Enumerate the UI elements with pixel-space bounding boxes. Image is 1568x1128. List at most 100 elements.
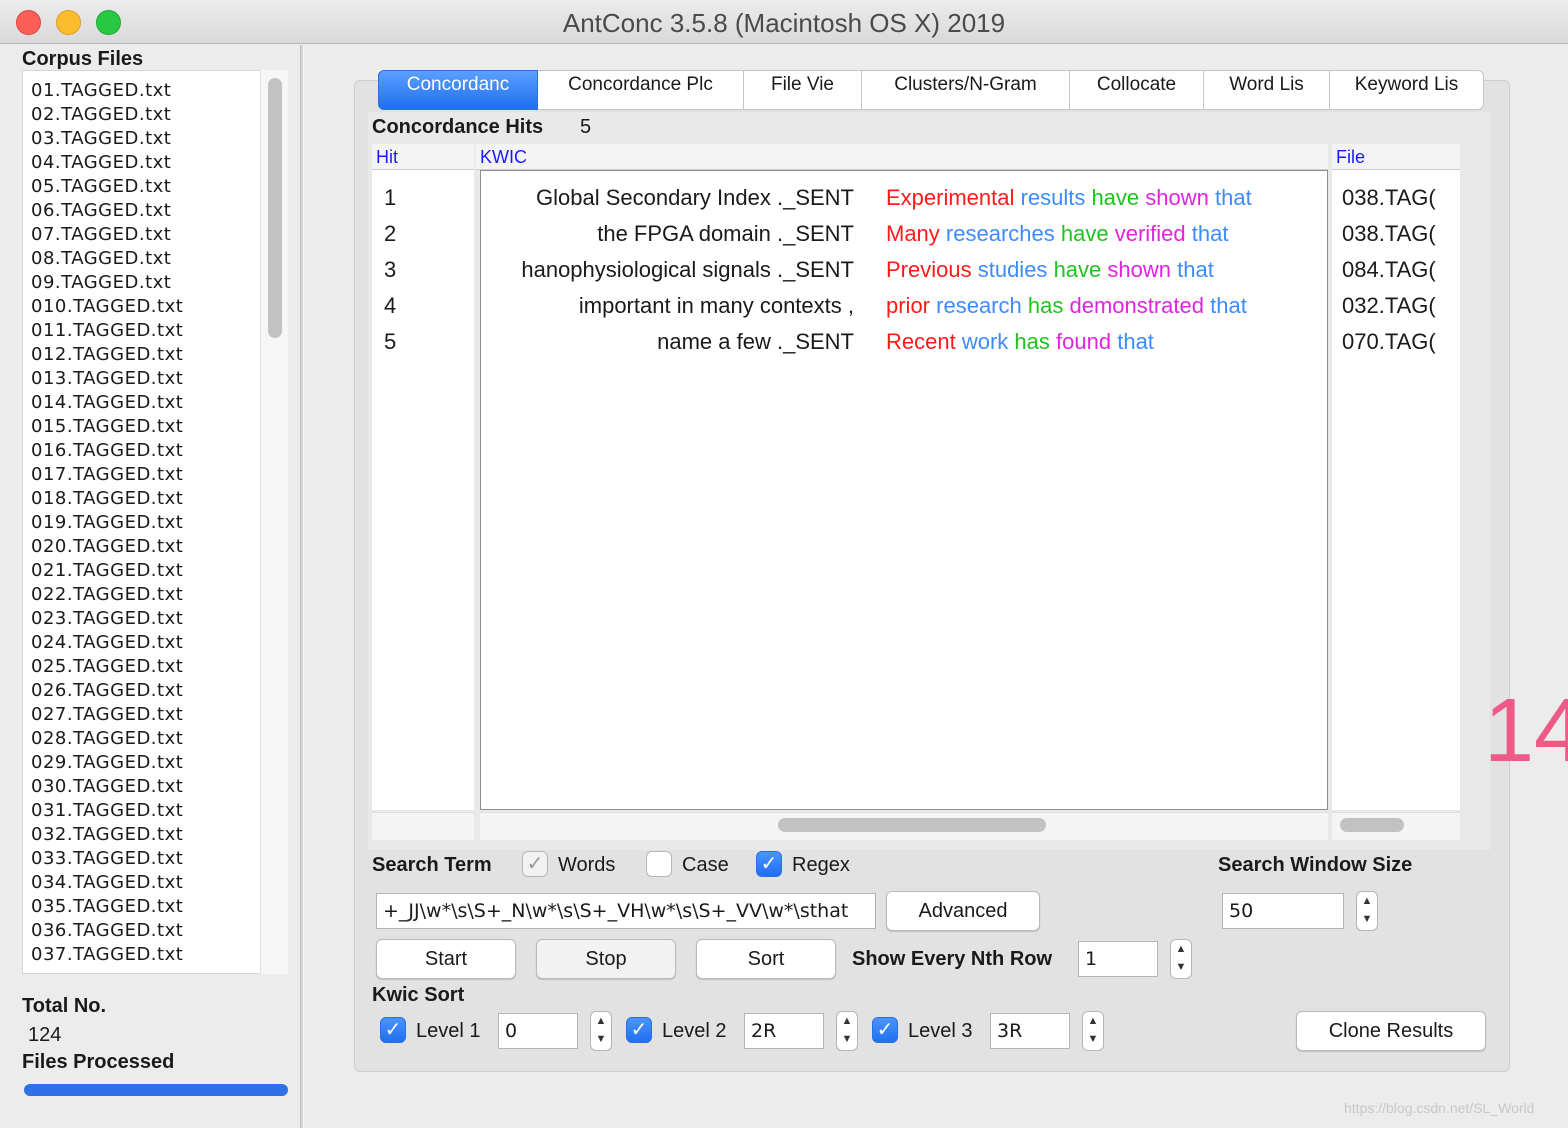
corpus-file-list[interactable]: 01.TAGGED.txt 02.TAGGED.txt 03.TAGGED.txt 0…: [22, 70, 288, 974]
hit-number: 4: [384, 293, 397, 318]
kwic-match[interactable]: Previous studies have shown that: [886, 252, 1214, 288]
kwic-match[interactable]: Experimental results have shown that: [886, 180, 1252, 216]
tab-clusters-n-gram[interactable]: Clusters/N-Gram: [862, 70, 1070, 110]
kwic-match-word: have: [1060, 221, 1109, 246]
kwic-left-context: name a few ._SENT: [657, 329, 854, 354]
kwic-match-word: that: [1191, 221, 1229, 246]
corpus-file-item[interactable]: 036.TAGGED.txt: [31, 919, 287, 943]
tab-keyword-lis[interactable]: Keyword Lis: [1330, 70, 1484, 110]
tab-concordance-plc[interactable]: Concordance Plc: [538, 70, 744, 110]
corpus-file-item[interactable]: 029.TAGGED.txt: [31, 751, 287, 775]
corpus-file-item[interactable]: 022.TAGGED.txt: [31, 583, 287, 607]
hit-file-name[interactable]: 038.TAG(: [1342, 180, 1452, 216]
file-column-header[interactable]: File: [1332, 144, 1460, 170]
corpus-file-item[interactable]: 07.TAGGED.txt: [31, 223, 287, 247]
corpus-file-item[interactable]: 034.TAGGED.txt: [31, 871, 287, 895]
corpus-file-item[interactable]: 02.TAGGED.txt: [31, 103, 287, 127]
hit-file-name[interactable]: 084.TAG(: [1342, 252, 1452, 288]
kwic-match[interactable]: prior research has demonstrated that: [886, 288, 1247, 324]
corpus-file-item[interactable]: 035.TAGGED.txt: [31, 895, 287, 919]
tab-file-vie[interactable]: File Vie: [744, 70, 862, 110]
hit-file-name[interactable]: 032.TAG(: [1342, 288, 1452, 324]
corpus-file-item[interactable]: 024.TAGGED.txt: [31, 631, 287, 655]
corpus-file-item[interactable]: 09.TAGGED.txt: [31, 271, 287, 295]
kwic-left-context: hanophysiological signals ._SENT: [521, 257, 854, 282]
kwic-match-word: studies: [977, 257, 1048, 282]
tab-concordanc[interactable]: Concordanc: [378, 70, 538, 110]
search-window-size-input[interactable]: 50: [1222, 893, 1344, 929]
pane-splitter[interactable]: [300, 45, 304, 1128]
corpus-file-item[interactable]: 01.TAGGED.txt: [31, 79, 287, 103]
corpus-file-item[interactable]: 013.TAGGED.txt: [31, 367, 287, 391]
level3-stepper[interactable]: ▲ ▼: [1082, 1011, 1104, 1051]
corpus-file-item[interactable]: 037.TAGGED.txt: [31, 943, 287, 967]
level2-stepper[interactable]: ▲ ▼: [836, 1011, 858, 1051]
corpus-file-item[interactable]: 025.TAGGED.txt: [31, 655, 287, 679]
corpus-file-item[interactable]: 05.TAGGED.txt: [31, 175, 287, 199]
corpus-file-item[interactable]: 03.TAGGED.txt: [31, 127, 287, 151]
kwic-column-header[interactable]: KWIC: [476, 144, 1328, 170]
corpus-file-item[interactable]: 018.TAGGED.txt: [31, 487, 287, 511]
corpus-file-item[interactable]: 026.TAGGED.txt: [31, 679, 287, 703]
window-size-stepper[interactable]: ▲ ▼: [1356, 891, 1378, 931]
hit-hscroll-track[interactable]: [372, 812, 474, 840]
case-checkbox[interactable]: [646, 851, 672, 877]
words-label: Words: [558, 854, 616, 876]
corpus-file-item[interactable]: 010.TAGGED.txt: [31, 295, 287, 319]
clone-results-button[interactable]: Clone Results: [1296, 1011, 1486, 1051]
hit-number: 3: [384, 257, 397, 282]
tab-collocate[interactable]: Collocate: [1070, 70, 1204, 110]
hit-column-header[interactable]: Hit: [372, 144, 474, 170]
corpus-file-item[interactable]: 015.TAGGED.txt: [31, 415, 287, 439]
corpus-file-item[interactable]: 033.TAGGED.txt: [31, 847, 287, 871]
corpus-file-item[interactable]: 012.TAGGED.txt: [31, 343, 287, 367]
corpus-file-item[interactable]: 017.TAGGED.txt: [31, 463, 287, 487]
level1-input[interactable]: 0: [498, 1013, 578, 1049]
corpus-file-item[interactable]: 04.TAGGED.txt: [31, 151, 287, 175]
level1-checkbox[interactable]: ✓: [380, 1017, 406, 1043]
corpus-file-item[interactable]: 020.TAGGED.txt: [31, 535, 287, 559]
window-title: AntConc 3.5.8 (Macintosh OS X) 2019: [562, 8, 1006, 38]
level2-checkbox[interactable]: ✓: [626, 1017, 652, 1043]
corpus-file-item[interactable]: 031.TAGGED.txt: [31, 799, 287, 823]
corpus-file-item[interactable]: 028.TAGGED.txt: [31, 727, 287, 751]
kwic-hscroll-thumb[interactable]: [778, 818, 1046, 832]
stop-button[interactable]: Stop: [536, 939, 676, 979]
nth-row-stepper[interactable]: ▲ ▼: [1170, 939, 1192, 979]
corpus-file-item[interactable]: 016.TAGGED.txt: [31, 439, 287, 463]
file-list-scroll-thumb[interactable]: [268, 78, 282, 338]
watermark-text: https://blog.csdn.net/SL_World: [1344, 1100, 1535, 1116]
start-button[interactable]: Start: [376, 939, 516, 979]
corpus-file-item[interactable]: 030.TAGGED.txt: [31, 775, 287, 799]
level3-checkbox[interactable]: ✓: [872, 1017, 898, 1043]
kwic-left-context: Global Secondary Index ._SENT: [536, 185, 854, 210]
hit-file-name[interactable]: 070.TAG(: [1342, 324, 1452, 360]
corpus-file-item[interactable]: 014.TAGGED.txt: [31, 391, 287, 415]
kwic-match-word: that: [1210, 293, 1247, 318]
corpus-file-item[interactable]: 027.TAGGED.txt: [31, 703, 287, 727]
search-query-input[interactable]: +_JJ\w*\s\S+_N\w*\s\S+_VH\w*\s\S+_VV\w*\…: [376, 893, 876, 929]
kwic-match[interactable]: Many researches have verified that: [886, 216, 1228, 252]
nth-row-input[interactable]: 1: [1078, 941, 1158, 977]
tab-word-lis[interactable]: Word Lis: [1204, 70, 1330, 110]
kwic-match-word: researches: [945, 221, 1055, 246]
corpus-file-item[interactable]: 08.TAGGED.txt: [31, 247, 287, 271]
kwic-match[interactable]: Recent work has found that: [886, 324, 1154, 360]
level2-input[interactable]: 2R: [744, 1013, 824, 1049]
file-hscroll-thumb[interactable]: [1340, 818, 1404, 832]
corpus-file-item[interactable]: 023.TAGGED.txt: [31, 607, 287, 631]
level3-input[interactable]: 3R: [990, 1013, 1070, 1049]
corpus-file-item[interactable]: 032.TAGGED.txt: [31, 823, 287, 847]
corpus-file-item[interactable]: 021.TAGGED.txt: [31, 559, 287, 583]
advanced-button[interactable]: Advanced: [886, 891, 1040, 931]
corpus-file-item[interactable]: 019.TAGGED.txt: [31, 511, 287, 535]
kwic-match-word: that: [1215, 185, 1252, 210]
corpus-file-item[interactable]: 06.TAGGED.txt: [31, 199, 287, 223]
hit-file-name[interactable]: 038.TAG(: [1342, 216, 1452, 252]
corpus-file-item[interactable]: 011.TAGGED.txt: [31, 319, 287, 343]
regex-checkbox[interactable]: ✓: [756, 851, 782, 877]
level1-stepper[interactable]: ▲ ▼: [590, 1011, 612, 1051]
kwic-match-word: Previous: [886, 257, 972, 282]
words-checkbox[interactable]: ✓: [522, 851, 548, 877]
sort-button[interactable]: Sort: [696, 939, 836, 979]
